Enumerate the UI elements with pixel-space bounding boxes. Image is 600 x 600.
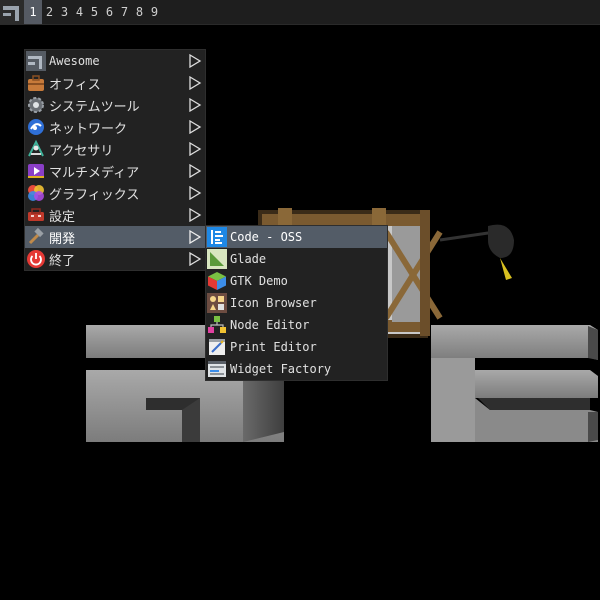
tag-9[interactable]: 9 [147, 0, 162, 24]
development-submenu: Code - OSS Glade GTK Demo Icon Browser N… [205, 225, 388, 381]
submenu-arrow-icon [189, 98, 202, 112]
briefcase-icon [28, 75, 44, 91]
submenu-arrow-icon [189, 230, 202, 244]
icon-browser-icon [207, 293, 227, 313]
submenu-arrow-icon [189, 208, 202, 222]
submenu-item-node-editor[interactable]: Node Editor [206, 314, 387, 336]
settings-toolbox-icon [28, 208, 44, 221]
power-icon [27, 250, 45, 268]
launcher-button[interactable] [0, 0, 24, 24]
menu-item-label: 開発 [49, 231, 76, 247]
tag-1[interactable]: 1 [24, 0, 42, 24]
tag-7[interactable]: 7 [117, 0, 132, 24]
tag-list: 1 2 3 4 5 6 7 8 9 [24, 0, 162, 24]
main-menu: Awesome オフィス システムツール ネットワーク アクセサリ マルチメディ [24, 49, 206, 271]
submenu-item-label: Glade [230, 252, 267, 266]
print-editor-icon [209, 339, 225, 355]
menu-item-label: システムツール [49, 99, 140, 115]
submenu-arrow-icon [189, 120, 202, 134]
submenu-item-label: Node Editor [230, 318, 310, 332]
submenu-arrow-icon [189, 54, 202, 68]
accessories-icon [28, 139, 44, 157]
submenu-arrow-icon [189, 164, 202, 178]
menu-item-label: 終了 [49, 253, 76, 269]
submenu-item-label: Code - OSS [230, 230, 303, 244]
tag-2[interactable]: 2 [42, 0, 57, 24]
submenu-item-label: Print Editor [230, 340, 317, 354]
submenu-item-label: Icon Browser [230, 296, 317, 310]
menu-item-awesome[interactable]: Awesome [25, 50, 205, 72]
menu-item-multimedia[interactable]: マルチメディア [25, 160, 205, 182]
menu-item-label: ネットワーク [49, 121, 128, 137]
submenu-item-code-oss[interactable]: Code - OSS [206, 226, 387, 248]
hammer-icon [28, 227, 44, 245]
gear-icon [28, 97, 44, 113]
submenu-item-gtk-demo[interactable]: GTK Demo [206, 270, 387, 292]
awesome-launcher-icon [0, 0, 24, 24]
menu-item-quit[interactable]: 終了 [25, 248, 205, 270]
menu-item-network[interactable]: ネットワーク [25, 116, 205, 138]
submenu-item-widget-factory[interactable]: Widget Factory [206, 358, 387, 380]
code-oss-icon [207, 227, 227, 247]
top-bar: 1 2 3 4 5 6 7 8 9 [0, 0, 600, 25]
multimedia-icon [28, 164, 44, 178]
submenu-item-label: Widget Factory [230, 362, 332, 376]
menu-item-development[interactable]: 開発 [25, 226, 205, 248]
menu-item-graphics[interactable]: グラフィックス [25, 182, 205, 204]
tag-6[interactable]: 6 [102, 0, 117, 24]
awesome-icon [26, 51, 46, 71]
submenu-arrow-icon [189, 142, 202, 156]
network-globe-icon [28, 119, 44, 135]
menu-item-system-tools[interactable]: システムツール [25, 94, 205, 116]
graphics-icon [28, 185, 44, 201]
tag-8[interactable]: 8 [132, 0, 147, 24]
node-editor-icon [208, 316, 226, 333]
glade-icon [207, 249, 227, 269]
menu-item-label: Awesome [49, 54, 100, 68]
menu-item-settings[interactable]: 設定 [25, 204, 205, 226]
submenu-item-label: GTK Demo [230, 274, 288, 288]
submenu-arrow-icon [189, 76, 202, 90]
menu-item-label: アクセサリ [49, 143, 114, 159]
menu-item-office[interactable]: オフィス [25, 72, 205, 94]
tag-4[interactable]: 4 [72, 0, 87, 24]
right-block-letter [431, 325, 598, 442]
widget-factory-icon [208, 361, 226, 377]
menu-item-label: オフィス [49, 77, 101, 93]
menu-item-accessories[interactable]: アクセサリ [25, 138, 205, 160]
menu-item-label: グラフィックス [49, 187, 140, 203]
submenu-arrow-icon [189, 252, 202, 266]
tag-5[interactable]: 5 [87, 0, 102, 24]
drill-graphic [439, 224, 514, 280]
submenu-arrow-icon [189, 186, 202, 200]
gtk-demo-icon [208, 272, 226, 290]
submenu-item-print-editor[interactable]: Print Editor [206, 336, 387, 358]
menu-item-label: マルチメディア [49, 165, 140, 181]
submenu-item-glade[interactable]: Glade [206, 248, 387, 270]
menu-item-label: 設定 [49, 209, 76, 225]
tag-3[interactable]: 3 [57, 0, 72, 24]
submenu-item-icon-browser[interactable]: Icon Browser [206, 292, 387, 314]
